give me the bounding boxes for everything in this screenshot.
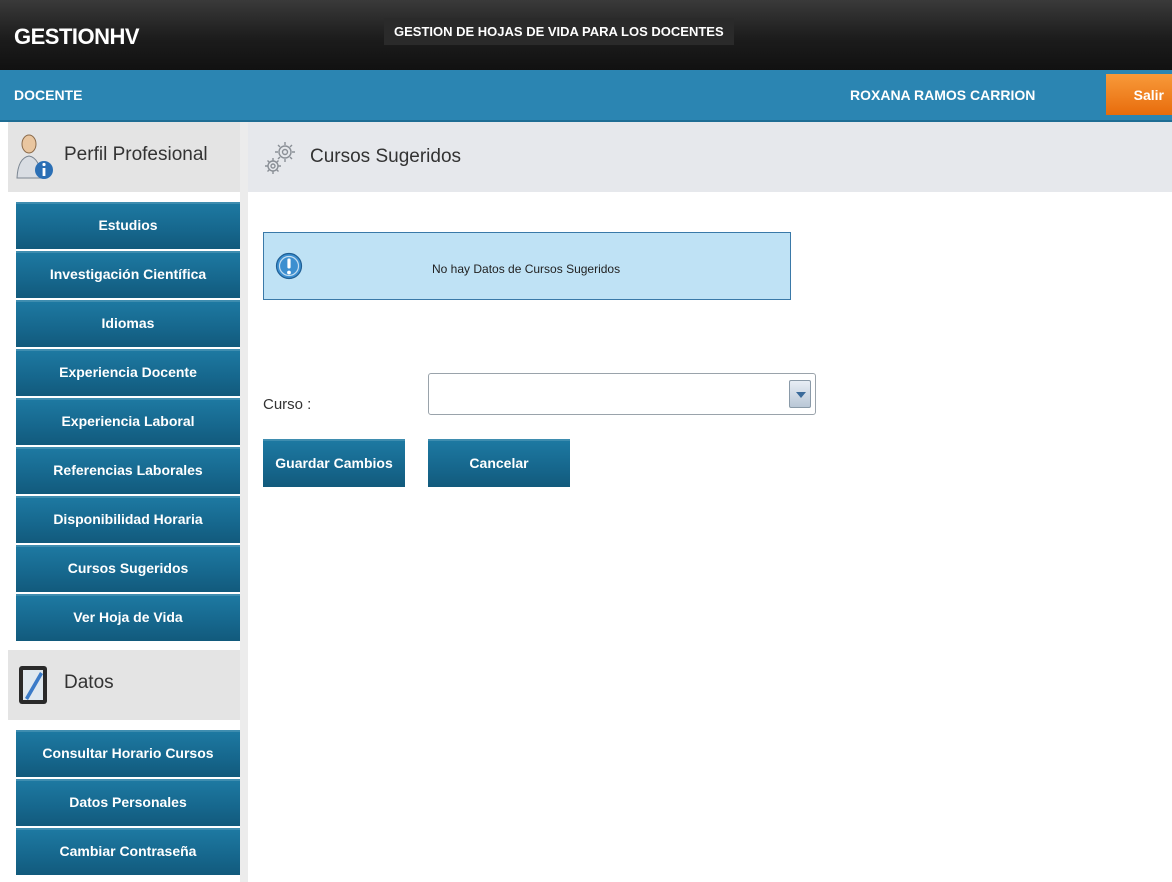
- sidebar-item-datos-personales[interactable]: Datos Personales: [16, 779, 240, 826]
- sidebar-item-investigacion[interactable]: Investigación Científica: [16, 251, 240, 298]
- sidebar-item-experiencia-laboral[interactable]: Experiencia Laboral: [16, 398, 240, 445]
- exclamation-icon: [275, 252, 303, 280]
- chevron-down-icon[interactable]: [789, 380, 811, 408]
- app-subtitle: GESTION DE HOJAS DE VIDA PARA LOS DOCENT…: [384, 18, 734, 45]
- user-info-icon: [16, 134, 53, 179]
- content-header: Cursos Sugeridos: [248, 122, 1172, 192]
- menu-perfil: Estudios Investigación Científica Idioma…: [16, 202, 240, 643]
- tablet-pen-icon: [19, 666, 47, 704]
- sidebar-item-cursos-sugeridos[interactable]: Cursos Sugeridos: [16, 545, 240, 592]
- sidebar-item-ver-hoja[interactable]: Ver Hoja de Vida: [16, 594, 240, 641]
- sidebar-item-disponibilidad[interactable]: Disponibilidad Horaria: [16, 496, 240, 543]
- sidebar-section-label: Datos: [64, 672, 114, 693]
- sidebar-item-experiencia-docente[interactable]: Experiencia Docente: [16, 349, 240, 396]
- logout-button[interactable]: Salir: [1106, 74, 1172, 115]
- sidebar-section-perfil: Perfil Profesional: [8, 122, 240, 192]
- sidebar-item-referencias[interactable]: Referencias Laborales: [16, 447, 240, 494]
- sidebar-item-idiomas[interactable]: Idiomas: [16, 300, 240, 347]
- menu-datos: Consultar Horario Cursos Datos Personale…: [16, 730, 240, 877]
- role-bar: DOCENTE ROXANA RAMOS CARRION: [0, 70, 1172, 122]
- cancel-button[interactable]: Cancelar: [428, 439, 570, 487]
- sidebar-section-label: Perfil Profesional: [64, 144, 208, 165]
- role-label: DOCENTE: [14, 87, 83, 103]
- page-title: Cursos Sugeridos: [310, 146, 462, 167]
- info-message-box: No hay Datos de Cursos Sugeridos: [263, 232, 791, 300]
- sidebar-divider: [240, 122, 248, 882]
- sidebar-item-consultar-horario[interactable]: Consultar Horario Cursos: [16, 730, 240, 777]
- sidebar: Perfil Profesional Estudios Investigació…: [0, 122, 248, 882]
- sidebar-item-cambiar-contrasena[interactable]: Cambiar Contraseña: [16, 828, 240, 875]
- app-title: GESTIONHV: [14, 24, 140, 49]
- top-bar: GESTIONHV GESTION DE HOJAS DE VIDA PARA …: [0, 0, 1172, 70]
- sidebar-item-estudios[interactable]: Estudios: [16, 202, 240, 249]
- info-message-text: No hay Datos de Cursos Sugeridos: [432, 262, 621, 276]
- save-button[interactable]: Guardar Cambios: [263, 439, 405, 487]
- curso-label: Curso :: [263, 396, 312, 413]
- gears-icon: [265, 142, 295, 174]
- user-name: ROXANA RAMOS CARRION: [850, 87, 1036, 103]
- curso-select[interactable]: [428, 373, 816, 415]
- sidebar-section-datos: Datos: [8, 650, 240, 720]
